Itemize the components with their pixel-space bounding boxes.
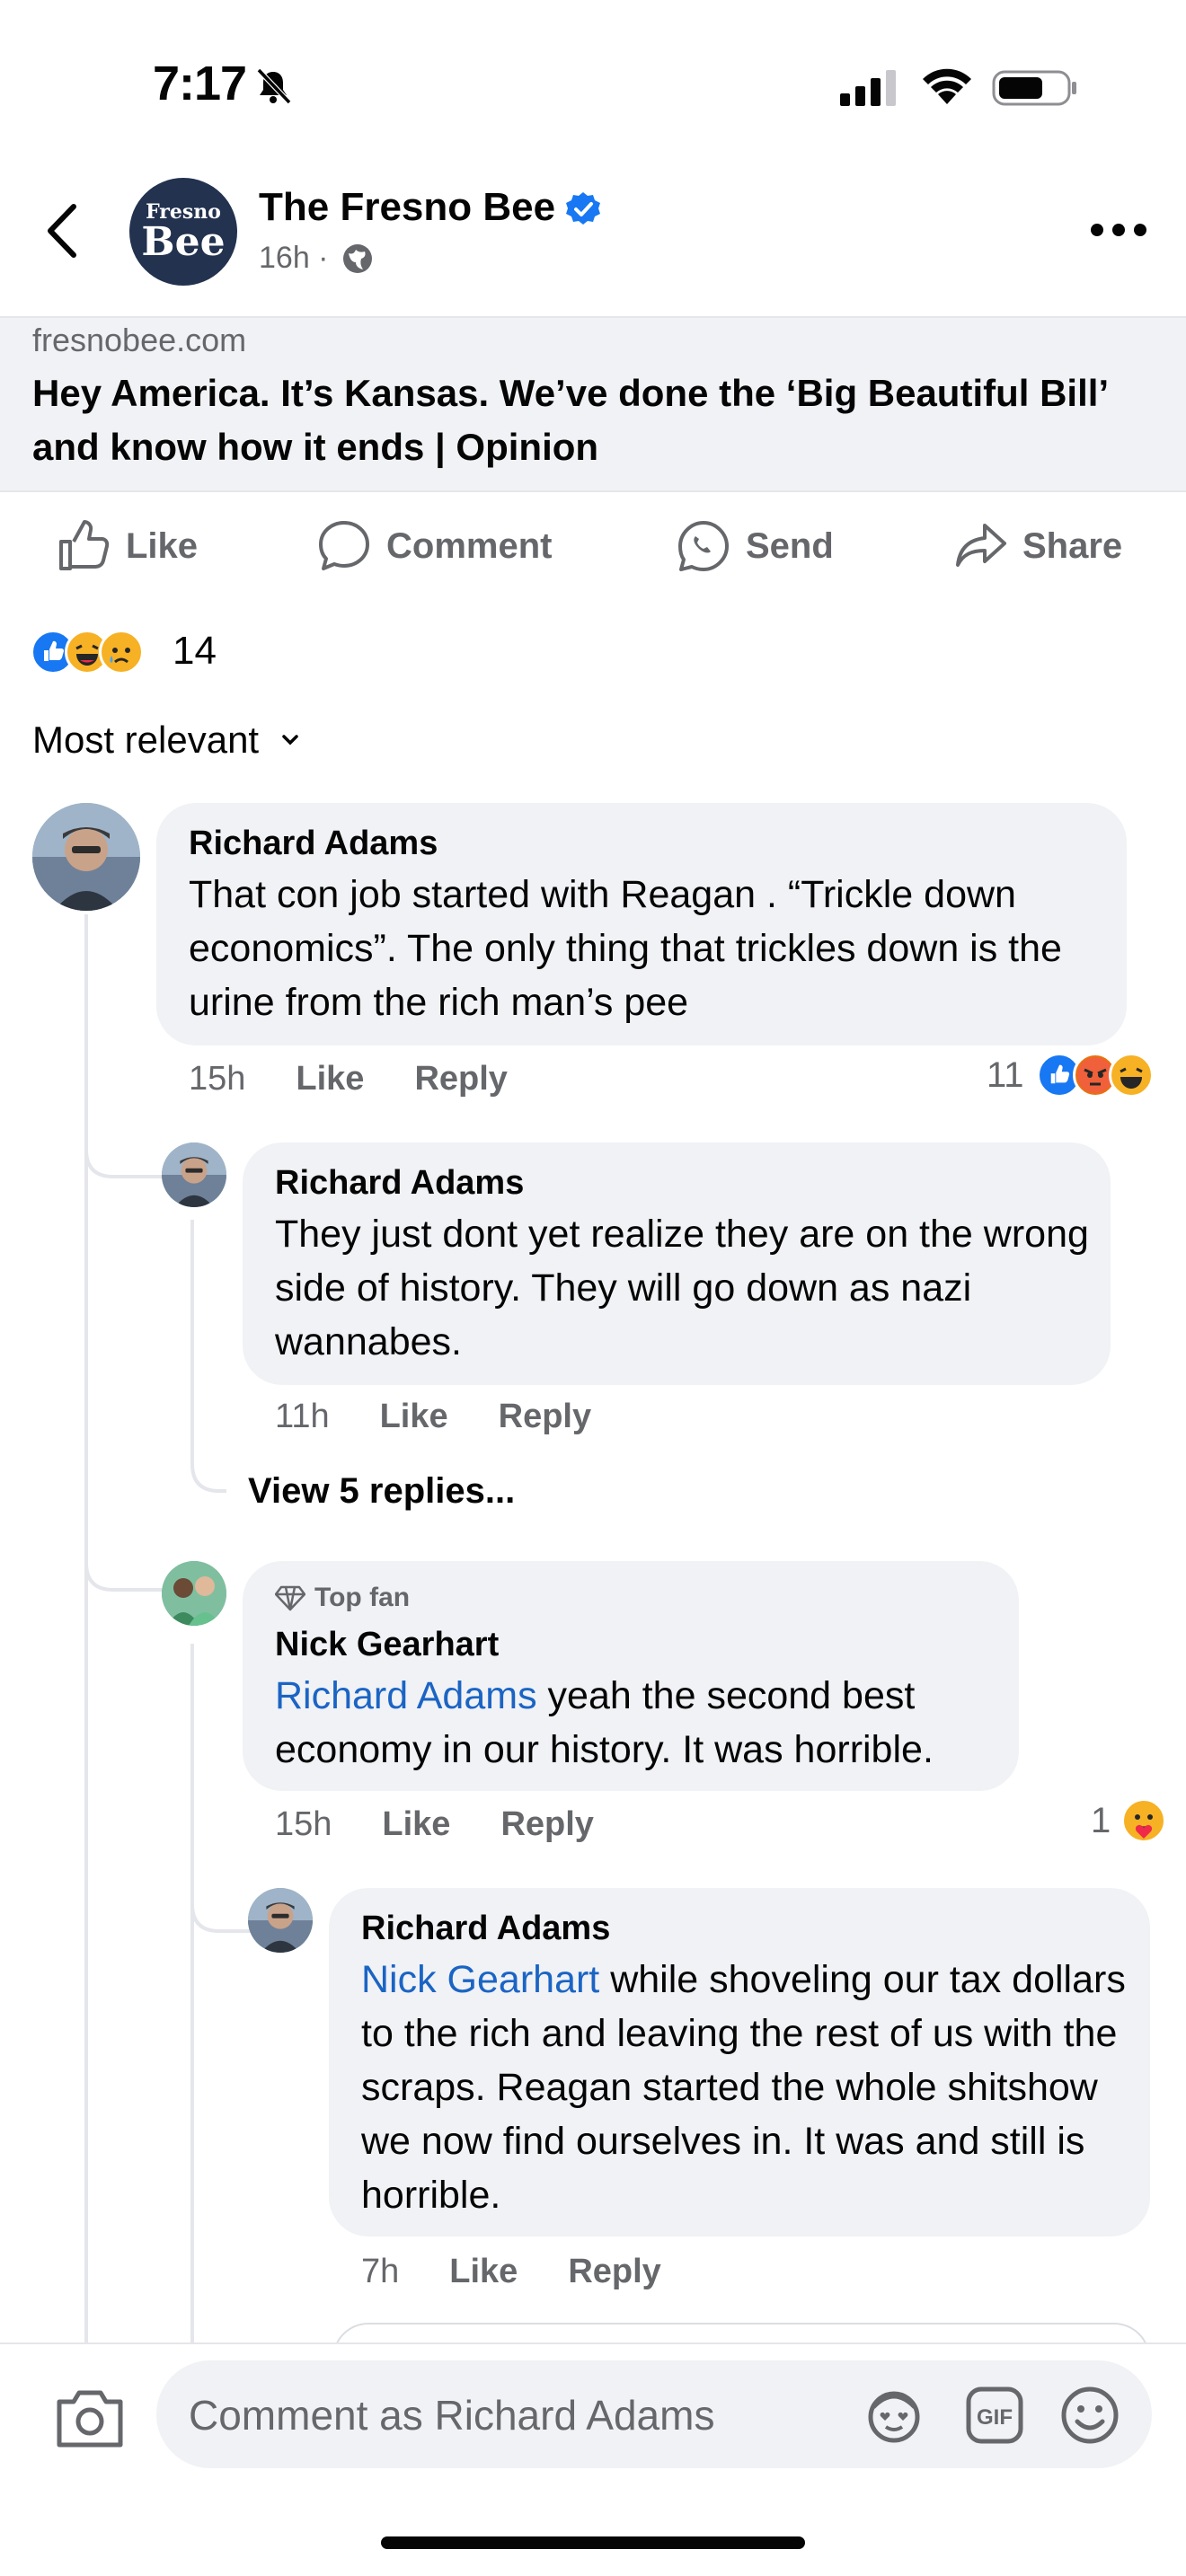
comment-input-placeholder: Comment as Richard Adams [189, 2392, 715, 2439]
back-arrow-icon[interactable] [38, 199, 92, 262]
svg-text:GIF: GIF [977, 2405, 1013, 2430]
share-label: Share [1022, 525, 1123, 566]
cell-signal-icon [840, 70, 896, 106]
share-button[interactable]: Share [952, 514, 1122, 578]
send-button[interactable]: Send [676, 514, 834, 578]
battery-icon [992, 70, 1076, 106]
sad-reaction-icon [99, 630, 144, 675]
comment-text: They just dont yet realize they are on t… [275, 1213, 1089, 1363]
post-timestamp: 16h · [259, 241, 329, 275]
wifi-icon [923, 68, 971, 104]
send-label: Send [746, 525, 834, 566]
silent-bell-icon [256, 67, 292, 105]
comment-time: 11h [275, 1398, 330, 1435]
comment-like-button[interactable]: Like [449, 2253, 518, 2291]
care-reaction-icon [1121, 1798, 1167, 1843]
like-button[interactable]: Like [56, 514, 198, 578]
comment-text: That con job started with Reagan . “Tric… [189, 873, 1062, 1024]
home-indicator [381, 2536, 805, 2549]
page-logo[interactable]: Fresno Bee [129, 178, 237, 286]
comment-author[interactable]: Richard Adams [361, 1910, 610, 1948]
comment-time: 15h [189, 1060, 246, 1098]
comment-reactions[interactable]: 1 [1091, 1798, 1167, 1843]
status-time: 7:17 [153, 57, 247, 110]
badge-label: Top fan [314, 1583, 411, 1612]
comment-time: 7h [361, 2253, 400, 2290]
whatsapp-send-icon [678, 521, 729, 571]
comment-meta: 15h Like Reply [189, 1060, 558, 1098]
comment-button[interactable]: Comment [316, 514, 552, 578]
like-label: Like [126, 525, 199, 566]
comment-time: 15h [275, 1805, 332, 1843]
mention-link[interactable]: Nick Gearhart [361, 1958, 599, 2001]
link-title[interactable]: Hey America. It’s Kansas. We’ve done the… [32, 366, 1146, 474]
emoji-icon[interactable] [1058, 2384, 1121, 2447]
comment-author[interactable]: Nick Gearhart [275, 1626, 499, 1664]
verified-badge-icon [566, 192, 600, 225]
mention-link[interactable]: Richard Adams [275, 1674, 537, 1717]
comment-like-button[interactable]: Like [382, 1805, 450, 1844]
thread-connector [84, 1491, 165, 1592]
comment-reply-button[interactable]: Reply [500, 1805, 593, 1844]
haha-reaction-icon [1108, 1053, 1154, 1098]
more-options-icon[interactable] [1089, 219, 1148, 241]
gif-icon[interactable]: GIF [963, 2384, 1026, 2447]
link-domain: fresnobee.com [32, 322, 247, 358]
comment-reply-button[interactable]: Reply [568, 2253, 660, 2291]
globe-icon [343, 244, 372, 273]
comment-reaction-count: 1 [1091, 1800, 1111, 1840]
camera-icon[interactable] [54, 2386, 126, 2450]
diamond-icon [275, 1585, 305, 1611]
comment-reply-button[interactable]: Reply [499, 1398, 591, 1436]
sort-label: Most relevant [32, 719, 260, 761]
comment-meta: 7h Like Reply [361, 2253, 712, 2291]
comment-reactions[interactable]: 11 [987, 1053, 1154, 1098]
page-name[interactable]: The Fresno Bee [259, 185, 555, 230]
thread-connector [84, 1096, 165, 1178]
comment-label: Comment [386, 525, 553, 566]
thread-connector [190, 1401, 226, 1493]
sort-dropdown[interactable]: Most relevant [32, 719, 300, 762]
logo-text-bottom: Bee [141, 219, 226, 265]
comment-text: Richard Adams yeah the second best econo… [275, 1669, 999, 1777]
avatar[interactable] [248, 1888, 313, 1953]
avatar[interactable] [162, 1142, 226, 1207]
view-replies-link[interactable]: View 5 replies... [248, 1471, 515, 1512]
reaction-summary[interactable] [31, 627, 144, 677]
avatar[interactable] [162, 1561, 226, 1626]
comment-like-button[interactable]: Like [380, 1398, 448, 1436]
chevron-down-icon [282, 735, 298, 745]
thumbs-up-icon [59, 520, 110, 570]
comment-bubble-icon [319, 521, 369, 570]
top-fan-badge: Top fan [275, 1583, 410, 1613]
comment-meta: 11h Like Reply [275, 1398, 642, 1436]
share-arrow-icon [956, 524, 1006, 567]
avatar-sticker-icon[interactable] [863, 2384, 925, 2447]
comment-author[interactable]: Richard Adams [275, 1164, 524, 1203]
comment-reaction-count: 11 [987, 1054, 1024, 1095]
comment-reply-button[interactable]: Reply [414, 1060, 507, 1098]
comment-author[interactable]: Richard Adams [189, 825, 438, 863]
avatar[interactable] [32, 803, 140, 911]
comment-text: Nick Gearhart while shoveling our tax do… [361, 1953, 1136, 2222]
thread-line [190, 1644, 194, 2344]
comment-meta: 15h Like Reply [275, 1805, 644, 1844]
comment-like-button[interactable]: Like [296, 1060, 364, 1098]
reaction-count[interactable]: 14 [173, 629, 217, 674]
